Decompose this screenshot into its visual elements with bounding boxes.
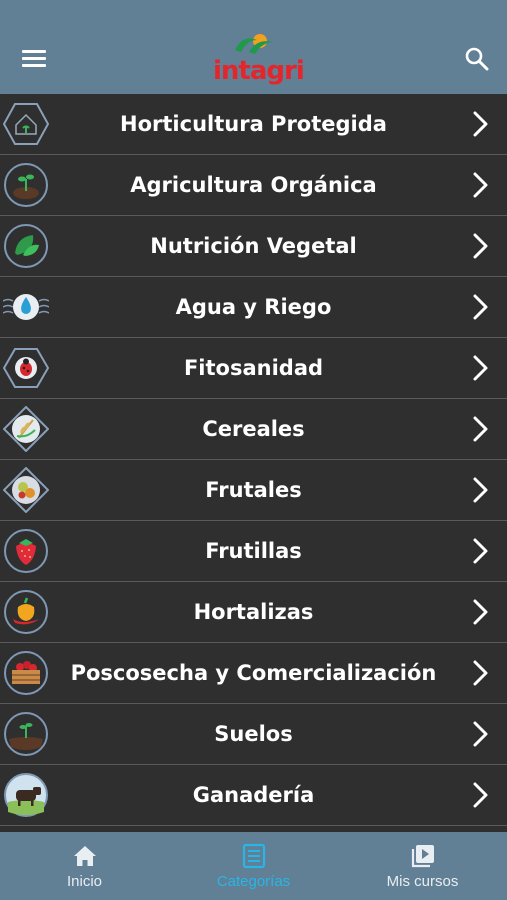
strawberry-icon [4,529,48,573]
category-list: Horticultura Protegida Agricultura Orgán… [0,94,507,832]
category-label: Fitosanidad [183,356,324,380]
cattle-icon [4,773,48,817]
intagri-logo: intagri [213,30,305,90]
hamburger-menu-icon[interactable] [22,50,48,70]
category-label: Hortalizas [193,600,314,624]
chevron-right-icon [473,782,488,808]
category-label: Nutrición Vegetal [150,234,357,258]
chevron-right-icon [473,477,488,503]
tab-label: Categorías [216,873,291,890]
pepper-icon [4,590,48,634]
app-header: intagri [0,0,507,94]
tab-label: Mis cursos [386,873,459,890]
leaf-icon [4,224,48,268]
category-row-suelos[interactable]: Suelos [0,704,507,765]
category-label: Cereales [202,417,305,441]
category-row-nutricion-vegetal[interactable]: Nutrición Vegetal [0,216,507,277]
category-row-agua-y-riego[interactable]: Agua y Riego [0,277,507,338]
ladybug-icon [3,348,49,388]
category-row-hortalizas[interactable]: Hortalizas [0,582,507,643]
tab-label: Inicio [66,873,103,890]
category-row-horticultura-protegida[interactable]: Horticultura Protegida [0,94,507,155]
category-label: Frutillas [205,539,302,563]
chevron-right-icon [473,416,488,442]
category-row-frutillas[interactable]: Frutillas [0,521,507,582]
chevron-right-icon [473,355,488,381]
category-row-ganaderia[interactable]: Ganadería [0,765,507,826]
play-library-icon [411,845,434,868]
chevron-right-icon [473,660,488,686]
list-icon [242,843,266,869]
produce-crate-icon [4,651,48,695]
chevron-right-icon [473,294,488,320]
soil-plant-icon [4,712,48,756]
tab-mis-cursos[interactable]: Mis cursos [338,832,507,900]
category-label: Ganadería [192,783,315,807]
fruits-icon [3,467,49,513]
chevron-right-icon [473,721,488,747]
chevron-right-icon [473,538,488,564]
chevron-right-icon [473,233,488,259]
bottom-tab-bar: Inicio Categorías Mis cursos [0,832,507,900]
category-label: Agua y Riego [175,295,332,319]
category-row-frutales[interactable]: Frutales [0,460,507,521]
chevron-right-icon [473,599,488,625]
home-icon [74,846,96,866]
water-drop-icon [3,294,49,320]
wheat-icon [3,406,49,452]
category-label: Suelos [214,722,293,746]
category-row-cereales[interactable]: Cereales [0,399,507,460]
sprout-soil-icon [4,163,48,207]
chevron-right-icon [473,172,488,198]
category-label: Poscosecha y Comercialización [70,661,437,685]
category-row-poscosecha[interactable]: Poscosecha y Comercialización [0,643,507,704]
logo-text: intagri [213,56,305,86]
greenhouse-icon [3,103,49,145]
tab-categorias[interactable]: Categorías [169,832,338,900]
tab-inicio[interactable]: Inicio [0,832,169,900]
category-row-agricultura-organica[interactable]: Agricultura Orgánica [0,155,507,216]
category-row-fitosanidad[interactable]: Fitosanidad [0,338,507,399]
category-label: Agricultura Orgánica [130,173,377,197]
chevron-right-icon [473,111,488,137]
category-label: Horticultura Protegida [120,112,387,136]
search-icon[interactable] [464,46,490,72]
category-label: Frutales [205,478,302,502]
